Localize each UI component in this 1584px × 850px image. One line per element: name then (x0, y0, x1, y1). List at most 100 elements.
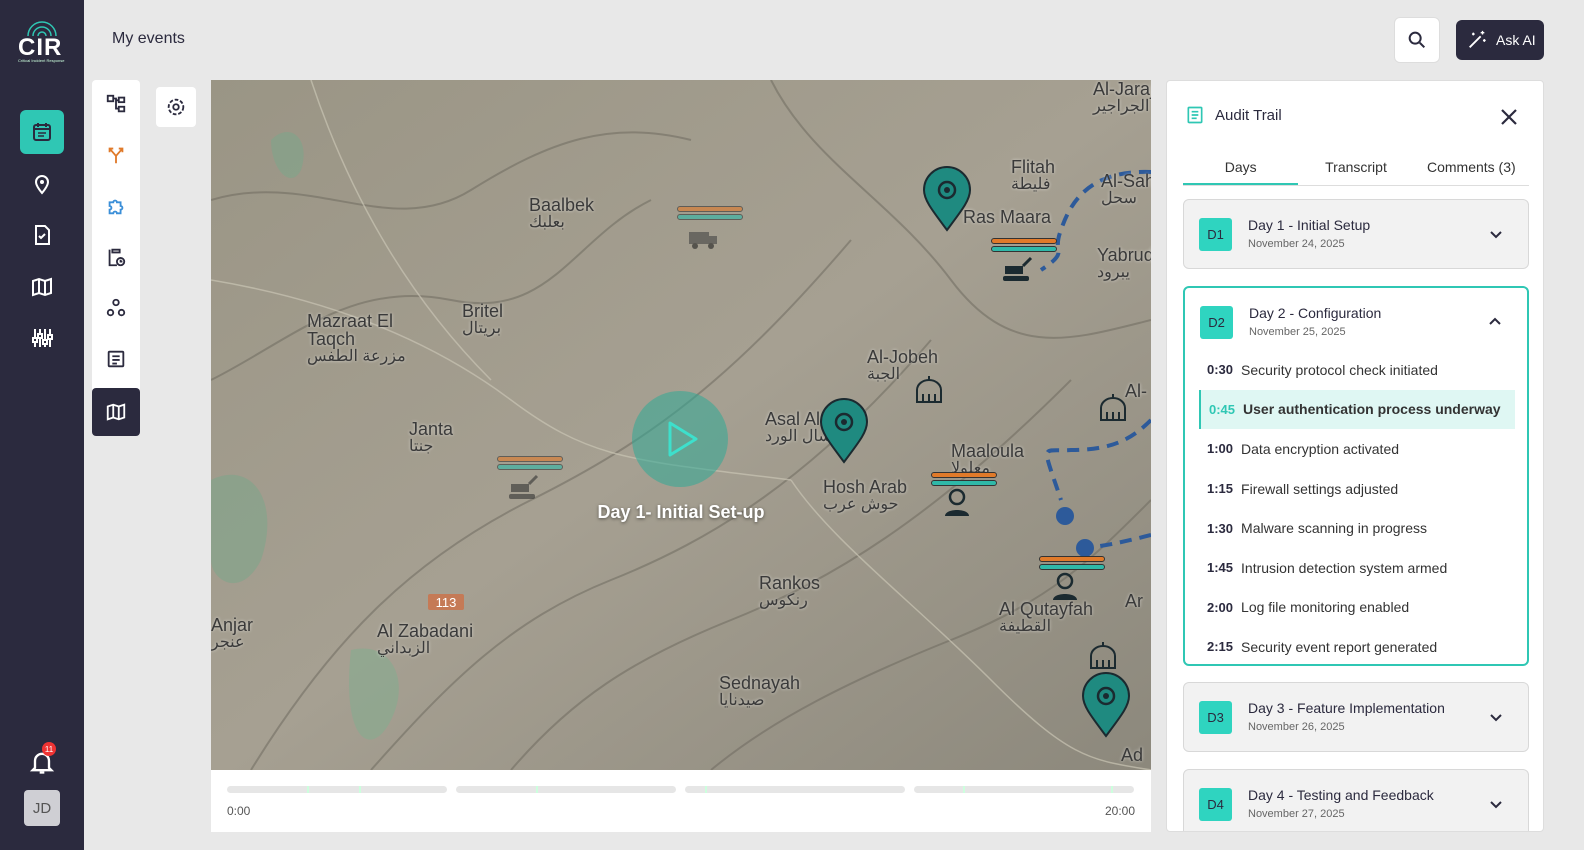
magic-wand-icon (1469, 30, 1486, 48)
unit-marker[interactable] (663, 204, 743, 257)
user-avatar[interactable]: JD (24, 790, 60, 826)
building-icon[interactable] (1097, 392, 1129, 424)
event-map[interactable]: 113 Baalbek بعلبك Flitah فليطة Ras Maara B… (211, 80, 1151, 770)
sliders-icon (32, 329, 53, 347)
timeline-start-time: 0:00 (227, 804, 251, 818)
nav-reports-button[interactable] (20, 213, 64, 257)
page-title: My events (112, 30, 185, 47)
day-badge: D1 (1199, 218, 1232, 251)
place-label: Al-Sahelسحل (1101, 171, 1151, 207)
list-item-selected[interactable]: 0:45 User authentication process underway (1199, 389, 1515, 430)
book-map-icon (32, 277, 52, 297)
ask-ai-label: Ask AI (1496, 32, 1536, 48)
place-label: Mazraat El Taqch مزرعة الطفس (307, 311, 406, 365)
building-icon[interactable] (913, 374, 945, 406)
list-item[interactable]: 1:15 Firewall settings adjusted (1199, 469, 1515, 509)
timeline-scrubber[interactable]: 0:00 20:00 (211, 770, 1151, 832)
day-date: November 25, 2025 (1249, 326, 1346, 338)
tab-comments[interactable]: Comments (3) (1414, 159, 1529, 185)
list-item[interactable]: 0:30 Security protocol check initiated (1199, 350, 1515, 390)
crosshair-pin-icon (167, 98, 185, 116)
nav-settings-button[interactable] (20, 316, 64, 360)
tool-map-view[interactable] (92, 388, 140, 436)
ask-ai-button[interactable]: Ask AI (1456, 20, 1544, 60)
timeline-segment[interactable] (456, 786, 676, 793)
place-label: Ad (1121, 745, 1144, 765)
cir-logo[interactable]: CIR Critical Incident Response (14, 16, 70, 66)
list-item[interactable]: 2:00 Log file monitoring enabled (1199, 588, 1515, 628)
play-caption: Day 1- Initial Set-up (597, 502, 765, 522)
location-target-pin-icon[interactable] (922, 166, 972, 232)
day-date: November 26, 2025 (1248, 721, 1345, 733)
day-card[interactable]: D4 Day 4 - Testing and Feedback November… (1183, 769, 1529, 831)
unit-marker[interactable] (917, 470, 997, 523)
play-icon (668, 421, 698, 457)
tool-branch[interactable] (92, 131, 140, 179)
timeline-tick (963, 786, 965, 793)
play-button[interactable] (632, 391, 728, 487)
building-icon[interactable] (1087, 640, 1119, 672)
map-toolbar (92, 80, 140, 436)
place-label: Yabrud يبرود (1097, 245, 1151, 281)
day-title: Day 1 - Initial Setup (1248, 217, 1371, 233)
chevron-up-icon[interactable] (1487, 314, 1503, 330)
clipboard-clock-icon (108, 248, 126, 267)
timeline-tick (359, 786, 361, 793)
person-icon (1053, 572, 1077, 600)
day-badge: D4 (1199, 788, 1232, 821)
search-button[interactable] (1394, 17, 1440, 63)
timeline-segment[interactable] (227, 786, 447, 793)
day-card[interactable]: D3 Day 3 - Feature Implementation Novemb… (1183, 682, 1529, 752)
place-label: Janta جنتا (409, 419, 454, 455)
tab-days[interactable]: Days (1183, 159, 1299, 185)
day-card-expanded[interactable]: D2 Day 2 - Configuration November 25, 20… (1183, 286, 1529, 666)
recenter-button[interactable] (156, 87, 196, 127)
road-label: 113 (436, 595, 457, 610)
person-icon (945, 488, 969, 516)
location-target-pin-icon[interactable] (819, 398, 869, 464)
timeline-segment[interactable] (914, 786, 1134, 793)
day-entries: 0:30 Security protocol check initiated 0:… (1199, 350, 1515, 667)
place-label: Hosh Arab حوش عرب (823, 477, 908, 513)
search-icon (1408, 31, 1426, 49)
tool-clipboard-clock[interactable] (92, 233, 140, 281)
unit-marker[interactable] (977, 236, 1057, 289)
chevron-down-icon[interactable] (1488, 796, 1504, 812)
nav-location-button[interactable] (20, 162, 64, 206)
tool-hierarchy[interactable] (92, 80, 140, 128)
chevron-down-icon[interactable] (1488, 709, 1504, 725)
unit-marker[interactable] (483, 454, 563, 507)
place-label: Sednayah صيدنايا (719, 673, 801, 709)
tab-transcript[interactable]: Transcript (1298, 159, 1413, 185)
audit-trail-panel: Audit Trail Days Transcript Comments (3)… (1166, 80, 1544, 832)
unit-marker[interactable] (1025, 554, 1105, 607)
timeline-tick (536, 786, 538, 793)
place-label: Al Zabadani الزبداني (377, 621, 474, 657)
day-title: Day 2 - Configuration (1249, 305, 1382, 321)
main-nav: CIR Critical Incident Response 11 JD (0, 0, 84, 850)
tool-puzzle[interactable] (92, 182, 140, 230)
day-badge: D3 (1199, 701, 1232, 734)
list-item[interactable]: 2:15 Security event report generated (1199, 627, 1515, 667)
close-icon[interactable] (1497, 105, 1521, 129)
timeline-tick (307, 786, 309, 793)
place-label: Rankos رنكوس (759, 573, 821, 609)
list-item[interactable]: 1:45 Intrusion detection system armed (1199, 548, 1515, 588)
day-title: Day 3 - Feature Implementation (1248, 700, 1445, 716)
day-title: Day 4 - Testing and Feedback (1248, 787, 1434, 803)
hierarchy-icon (106, 94, 126, 113)
location-target-pin-icon[interactable] (1081, 672, 1131, 738)
timeline-segment[interactable] (685, 786, 905, 793)
nav-map-button[interactable] (20, 265, 64, 309)
place-label: Ar (1125, 591, 1143, 611)
list-item[interactable]: 1:00 Data encryption activated (1199, 429, 1515, 469)
place-label: Al-Jarajirالجراجير (1093, 80, 1151, 115)
tool-nodes[interactable] (92, 284, 140, 332)
notification-count-badge: 11 (42, 742, 56, 756)
timeline-tick (1111, 786, 1113, 793)
chevron-down-icon[interactable] (1488, 226, 1504, 242)
list-item[interactable]: 1:30 Malware scanning in progress (1199, 508, 1515, 548)
nav-events-button[interactable] (20, 110, 64, 154)
tool-notes[interactable] (92, 335, 140, 383)
day-card[interactable]: D1 Day 1 - Initial Setup November 24, 20… (1183, 199, 1529, 269)
